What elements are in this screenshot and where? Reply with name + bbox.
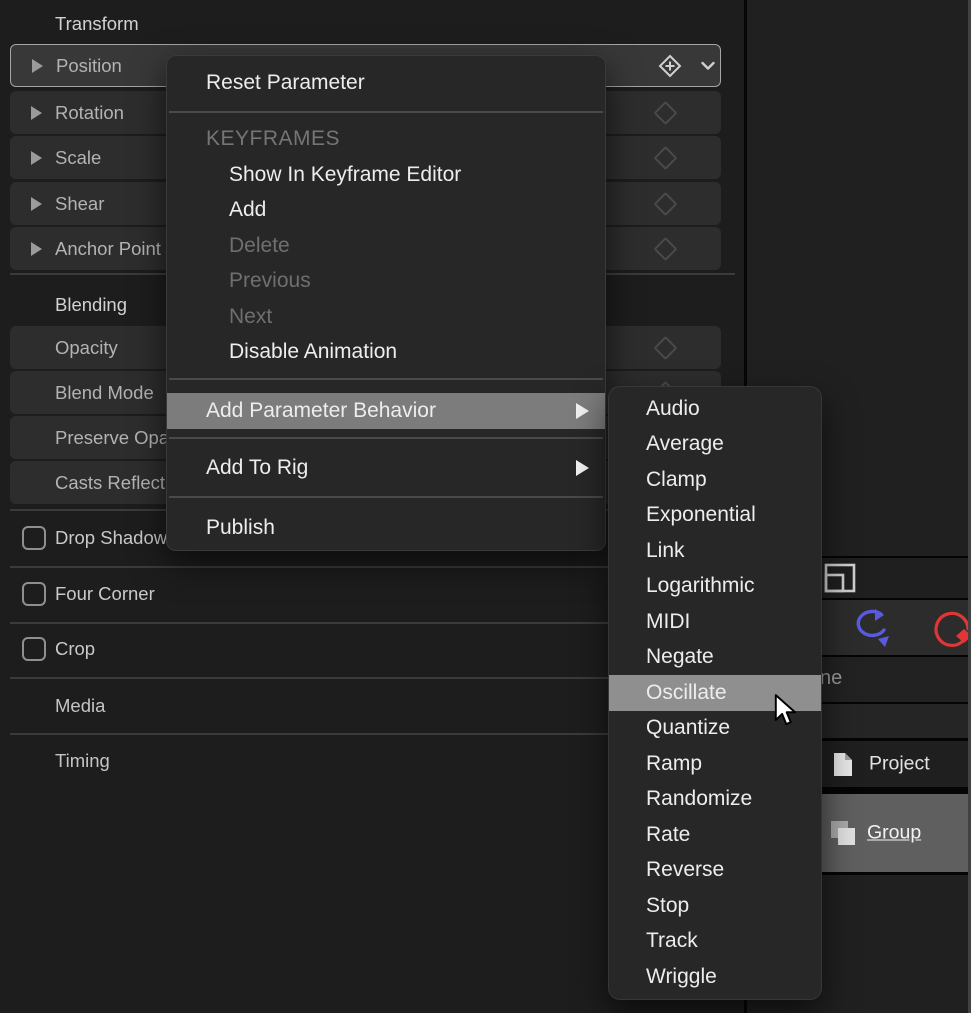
menu-item-reset-parameter[interactable]: Reset Parameter	[167, 62, 605, 104]
context-menu: Reset Parameter KEYFRAMES Show In Keyfra…	[166, 55, 606, 551]
record-keyframe-icon[interactable]	[931, 603, 971, 651]
param-label: Position	[56, 55, 122, 77]
submenu-item-link[interactable]: Link	[609, 533, 821, 569]
disclosure-triangle-icon[interactable]	[32, 59, 43, 73]
keyframe-diamond-icon[interactable]	[653, 335, 677, 359]
submenu-arrow-icon	[576, 403, 589, 419]
param-label: Scale	[55, 147, 101, 169]
submenu-item-randomize[interactable]: Randomize	[609, 782, 821, 818]
keyframe-diamond-icon[interactable]	[653, 100, 677, 124]
menu-separator	[169, 496, 603, 498]
four-corner-checkbox[interactable]	[22, 582, 46, 606]
submenu-item-negate[interactable]: Negate	[609, 640, 821, 676]
project-label: Project	[869, 753, 930, 776]
transform-heading: Transform	[55, 13, 139, 35]
submenu-item-midi[interactable]: MIDI	[609, 604, 821, 640]
disclosure-triangle-icon[interactable]	[31, 197, 42, 211]
keyframe-diamond-icon[interactable]	[653, 145, 677, 169]
keyframe-diamond-icon[interactable]	[653, 236, 677, 260]
keyframe-diamond-icon[interactable]	[653, 191, 677, 215]
mouse-cursor-icon	[772, 694, 800, 728]
menu-separator	[169, 111, 603, 113]
chevron-down-icon[interactable]	[700, 60, 716, 71]
drop-shadow-checkbox[interactable]	[22, 526, 46, 550]
submenu-item-exponential[interactable]: Exponential	[609, 498, 821, 534]
submenu-item-rate[interactable]: Rate	[609, 817, 821, 853]
submenu-arrow-icon	[576, 460, 589, 476]
submenu-item-track[interactable]: Track	[609, 924, 821, 960]
menu-item-disable-animation[interactable]: Disable Animation	[167, 335, 605, 370]
checkbox-label: Drop Shadow	[55, 527, 167, 549]
submenu-item-wriggle[interactable]: Wriggle	[609, 959, 821, 995]
truncated-text: ne	[820, 667, 842, 690]
loop-behavior-icon[interactable]	[851, 606, 893, 650]
submenu-item-stop[interactable]: Stop	[609, 888, 821, 924]
group-label: Group	[867, 822, 921, 845]
submenu-item-audio[interactable]: Audio	[609, 391, 821, 427]
menu-item-previous: Previous	[167, 264, 605, 299]
menu-item-show-in-keyframe-editor[interactable]: Show In Keyframe Editor	[167, 157, 605, 192]
media-heading: Media	[55, 695, 105, 717]
submenu-item-average[interactable]: Average	[609, 427, 821, 463]
timing-heading: Timing	[55, 750, 110, 772]
project-file-icon	[833, 752, 853, 777]
disclosure-triangle-icon[interactable]	[31, 106, 42, 120]
menu-section-keyframes: KEYFRAMES	[167, 122, 605, 156]
motion-inspector-screen: Transform Position Rotation Scale	[0, 0, 971, 1013]
menu-item-label: Add To Rig	[206, 456, 308, 480]
blending-heading: Blending	[55, 294, 127, 316]
add-keyframe-icon[interactable]	[657, 53, 683, 79]
disclosure-triangle-icon[interactable]	[31, 151, 42, 165]
submenu-item-reverse[interactable]: Reverse	[609, 853, 821, 889]
submenu-item-ramp[interactable]: Ramp	[609, 746, 821, 782]
group-layers-icon	[830, 820, 858, 848]
menu-item-next: Next	[167, 299, 605, 334]
param-label: Shear	[55, 193, 104, 215]
submenu-item-clamp[interactable]: Clamp	[609, 462, 821, 498]
param-label: Opacity	[55, 337, 118, 359]
menu-separator	[169, 437, 603, 439]
menu-item-publish[interactable]: Publish	[167, 508, 605, 548]
param-label: Blend Mode	[55, 382, 154, 404]
checkbox-label: Four Corner	[55, 583, 155, 605]
param-label: Anchor Point	[55, 238, 161, 260]
panes-icon[interactable]	[824, 563, 856, 595]
submenu-item-logarithmic[interactable]: Logarithmic	[609, 569, 821, 605]
disclosure-triangle-icon[interactable]	[31, 242, 42, 256]
behavior-submenu: Audio Average Clamp Exponential Link Log…	[608, 386, 822, 1000]
menu-item-label: Add Parameter Behavior	[206, 399, 436, 423]
crop-checkbox[interactable]	[22, 637, 46, 661]
menu-item-add-parameter-behavior[interactable]: Add Parameter Behavior	[167, 393, 605, 429]
menu-item-delete: Delete	[167, 228, 605, 263]
menu-item-add-to-rig[interactable]: Add To Rig	[167, 448, 605, 488]
menu-separator	[169, 378, 603, 380]
checkbox-label: Crop	[55, 638, 95, 660]
menu-item-add[interactable]: Add	[167, 193, 605, 228]
param-label: Rotation	[55, 102, 124, 124]
